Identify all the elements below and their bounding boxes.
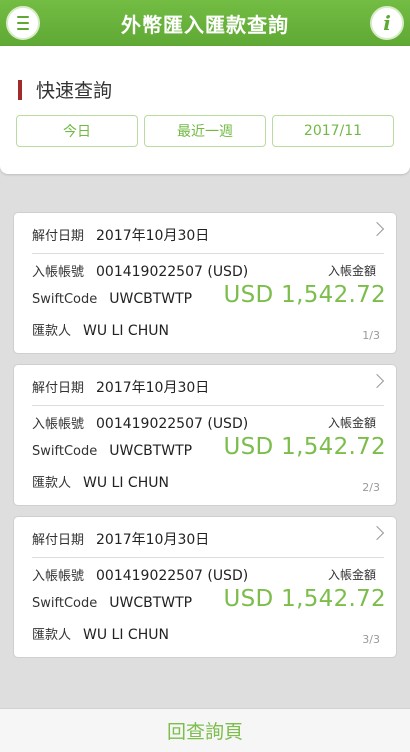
remittance-card[interactable]: 解付日期 2017年10月30日 入帳帳號 001419022507 (USD)… xyxy=(13,364,397,506)
swift-value: UWCBTWTP xyxy=(109,595,193,611)
date-label: 解付日期 xyxy=(32,229,85,244)
account-value: 001419022507 (USD) xyxy=(96,416,249,432)
account-label: 入帳帳號 xyxy=(32,569,85,584)
date-value: 2017年10月30日 xyxy=(96,532,210,548)
remitter-label: 匯款人 xyxy=(32,628,72,643)
month-button[interactable]: 2017/11 xyxy=(272,115,394,147)
info-icon: i xyxy=(383,11,391,35)
quick-query-panel: 快速查詢 今日 最近一週 2017/11 xyxy=(0,46,410,174)
swift-label: SwiftCode xyxy=(32,292,98,307)
amount-value: USD 1,542.72 xyxy=(223,434,386,460)
divider xyxy=(32,557,384,558)
swift-label: SwiftCode xyxy=(32,444,98,459)
quick-query-title: 快速查詢 xyxy=(36,80,113,102)
date-label: 解付日期 xyxy=(32,381,85,396)
remitter-value: WU LI CHUN xyxy=(83,475,169,491)
divider xyxy=(32,405,384,406)
menu-icon xyxy=(17,16,29,30)
menu-button[interactable] xyxy=(6,6,40,40)
chevron-right-icon[interactable] xyxy=(369,221,385,237)
remitter-value: WU LI CHUN xyxy=(83,627,169,643)
remittance-card[interactable]: 解付日期 2017年10月30日 入帳帳號 001419022507 (USD)… xyxy=(13,516,397,658)
app-header: 外幣匯入匯款查詢 i xyxy=(0,0,410,46)
amount-label: 入帳金額 xyxy=(327,568,376,582)
page-title: 外幣匯入匯款查詢 xyxy=(121,12,289,37)
account-label: 入帳帳號 xyxy=(32,265,85,280)
today-button[interactable]: 今日 xyxy=(16,115,138,147)
swift-value: UWCBTWTP xyxy=(109,443,193,459)
date-label: 解付日期 xyxy=(32,533,85,548)
remittance-card[interactable]: 解付日期 2017年10月30日 入帳帳號 001419022507 (USD)… xyxy=(13,212,397,354)
account-label: 入帳帳號 xyxy=(32,417,85,432)
date-value: 2017年10月30日 xyxy=(96,228,210,244)
chevron-right-icon[interactable] xyxy=(369,525,385,541)
last-week-button[interactable]: 最近一週 xyxy=(144,115,266,147)
remitter-label: 匯款人 xyxy=(32,476,72,491)
page-indicator: 1/3 xyxy=(362,329,380,342)
amount-label: 入帳金額 xyxy=(327,264,376,278)
info-button[interactable]: i xyxy=(370,6,404,40)
divider xyxy=(32,253,384,254)
account-value: 001419022507 (USD) xyxy=(96,264,249,280)
page-indicator: 3/3 xyxy=(362,633,380,646)
back-to-query-button[interactable]: 回查詢頁 xyxy=(0,708,410,752)
amount-value: USD 1,542.72 xyxy=(223,586,386,612)
amount-label: 入帳金額 xyxy=(327,416,376,430)
page-indicator: 2/3 xyxy=(362,481,380,494)
swift-label: SwiftCode xyxy=(32,596,98,611)
amount-value: USD 1,542.72 xyxy=(223,282,386,308)
date-value: 2017年10月30日 xyxy=(96,380,210,396)
chevron-right-icon[interactable] xyxy=(369,373,385,389)
account-value: 001419022507 (USD) xyxy=(96,568,249,584)
back-to-query-label: 回查詢頁 xyxy=(166,721,243,743)
remitter-value: WU LI CHUN xyxy=(83,323,169,339)
swift-value: UWCBTWTP xyxy=(109,291,193,307)
heading-accent-bar xyxy=(18,79,22,100)
quick-query-heading: 快速查詢 xyxy=(18,76,112,103)
remitter-label: 匯款人 xyxy=(32,324,72,339)
